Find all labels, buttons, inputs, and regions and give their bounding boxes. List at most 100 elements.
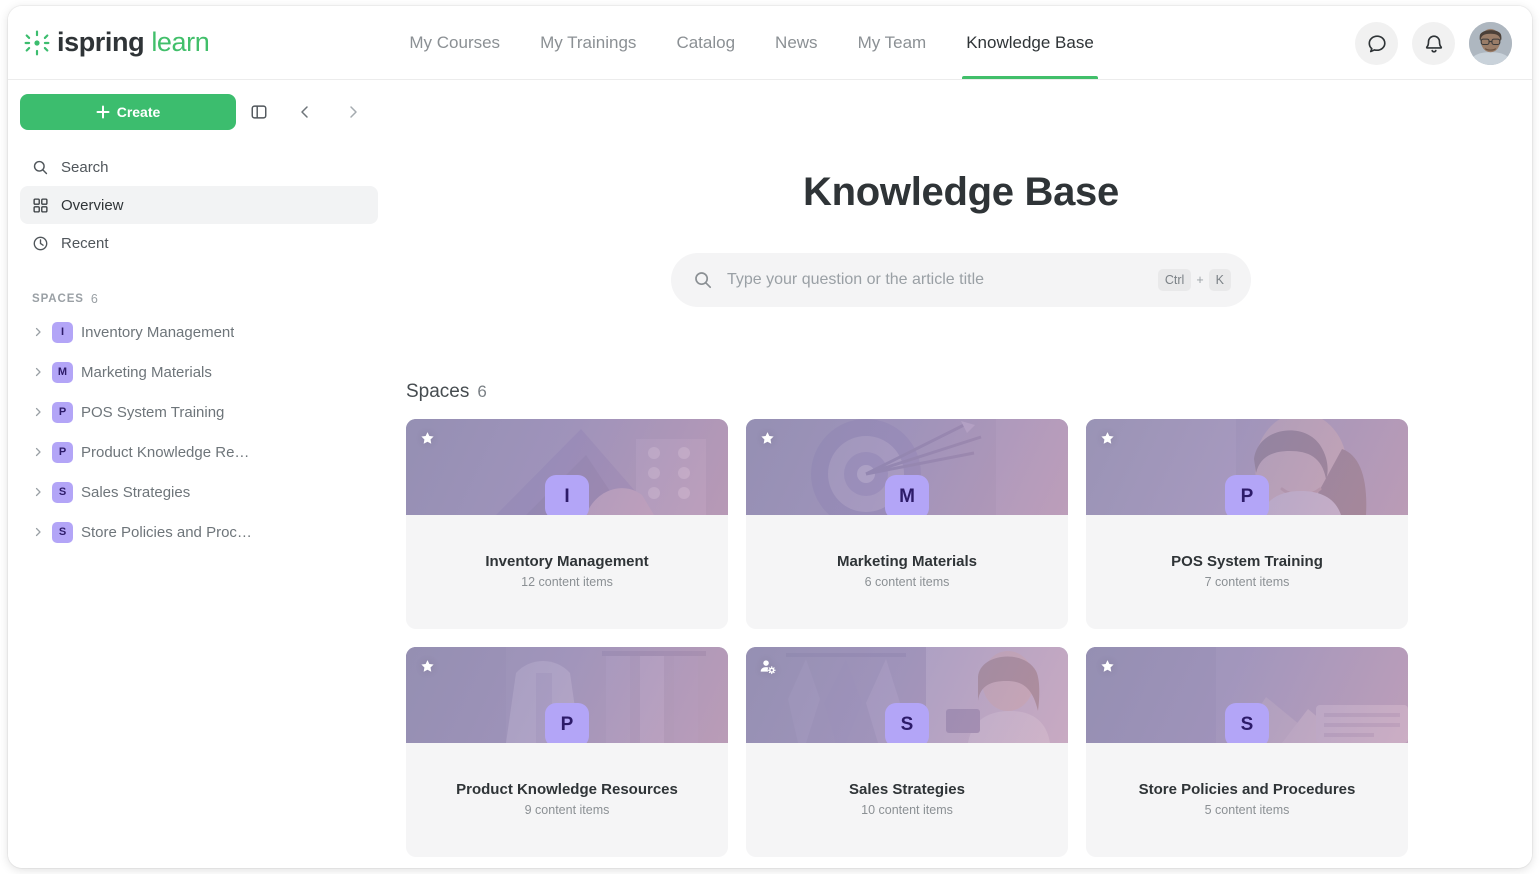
brand-logo[interactable]: ispring learn xyxy=(24,27,210,58)
card-title: Store Policies and Procedures xyxy=(1138,781,1356,798)
search-area: Ctrl + K xyxy=(390,253,1532,307)
nav-item-my-team[interactable]: My Team xyxy=(838,6,947,79)
navigate-forward-button[interactable] xyxy=(340,99,366,125)
space-name: POS System Training xyxy=(81,403,225,421)
shortcut-key-k: K xyxy=(1208,269,1231,291)
spaces-section-label: Spaces xyxy=(406,381,470,402)
card-cover: S xyxy=(1086,647,1408,743)
chevron-right-icon[interactable] xyxy=(32,367,44,377)
search-input[interactable] xyxy=(727,271,1144,289)
space-letter-badge: P xyxy=(1225,475,1269,515)
card-cover: I xyxy=(406,419,728,515)
sidebar-item-label-overview: Overview xyxy=(61,196,124,214)
card-item-count: 9 content items xyxy=(524,803,610,817)
sidebar-spaces-list: I Inventory Management M Marketing Mater… xyxy=(8,312,390,552)
card-cover: P xyxy=(406,647,728,743)
user-avatar[interactable] xyxy=(1469,22,1512,65)
space-letter-badge: M xyxy=(52,361,73,383)
sidebar-space-sales-strategies[interactable]: S Sales Strategies xyxy=(8,472,390,512)
card-item-count: 12 content items xyxy=(521,575,613,589)
sidebar-item-recent[interactable]: Recent xyxy=(20,224,378,262)
space-name: Sales Strategies xyxy=(81,483,191,501)
space-letter-badge: P xyxy=(52,441,73,463)
spaces-grid: I Inventory Management 12 content items xyxy=(406,419,1532,857)
sidebar-item-label-recent: Recent xyxy=(61,234,109,252)
card-title: Sales Strategies xyxy=(849,781,965,798)
brand-name-dark: ispring xyxy=(57,27,145,57)
avatar-image xyxy=(1469,22,1512,65)
card-title: Product Knowledge Resources xyxy=(456,781,678,798)
app-body: Create Search Overview Recent SPACES 6 I… xyxy=(8,80,1532,868)
star-icon[interactable] xyxy=(420,431,435,446)
chat-bubble-icon xyxy=(1367,34,1386,52)
chevron-left-icon xyxy=(301,106,308,118)
space-name: Marketing Materials xyxy=(81,363,212,381)
card-title: Marketing Materials xyxy=(836,553,978,570)
search-shortcut-hint: Ctrl + K xyxy=(1157,269,1231,291)
spaces-section-count: 6 xyxy=(477,382,487,401)
shortcut-plus: + xyxy=(1196,273,1204,287)
space-card-sales-strategies[interactable]: S Sales Strategies 10 content items xyxy=(746,647,1068,857)
card-item-count: 7 content items xyxy=(1204,575,1290,589)
chat-button[interactable] xyxy=(1355,22,1398,65)
space-letter-badge: P xyxy=(52,401,73,423)
card-title: Inventory Management xyxy=(485,553,649,570)
space-card-pos-system-training[interactable]: P POS System Training 7 content items xyxy=(1086,419,1408,629)
nav-item-my-trainings[interactable]: My Trainings xyxy=(520,6,656,79)
navigate-back-button[interactable] xyxy=(292,99,318,125)
sidebar-space-inventory-management[interactable]: I Inventory Management xyxy=(8,312,390,352)
card-item-count: 6 content items xyxy=(864,575,950,589)
star-icon[interactable] xyxy=(760,431,775,446)
space-letter-badge: S xyxy=(52,481,73,503)
space-name: Product Knowledge Re… xyxy=(81,443,250,461)
shortcut-key-ctrl: Ctrl xyxy=(1157,269,1192,291)
space-letter-badge: I xyxy=(52,321,73,343)
star-icon[interactable] xyxy=(1100,431,1115,446)
spaces-section-title: Spaces 6 xyxy=(406,381,1532,403)
create-button[interactable]: Create xyxy=(20,94,236,130)
spaces-heading-label: SPACES xyxy=(32,293,84,305)
sidebar: Create Search Overview Recent SPACES 6 I… xyxy=(8,80,390,868)
card-cover: P xyxy=(1086,419,1408,515)
toggle-sidebar-panel-button[interactable] xyxy=(246,99,272,125)
card-cover: M xyxy=(746,419,1068,515)
knowledge-base-search[interactable]: Ctrl + K xyxy=(671,253,1251,307)
manage-access-icon[interactable] xyxy=(760,659,776,675)
sidebar-item-search[interactable]: Search xyxy=(20,148,378,186)
spaces-heading-count: 6 xyxy=(90,292,98,306)
nav-item-news[interactable]: News xyxy=(755,6,838,79)
sidebar-item-label-search: Search xyxy=(61,158,109,176)
sidebar-toolbar: Create xyxy=(8,94,390,130)
star-icon[interactable] xyxy=(420,659,435,674)
chevron-right-icon xyxy=(350,106,357,118)
chevron-right-icon[interactable] xyxy=(32,447,44,457)
nav-item-my-courses[interactable]: My Courses xyxy=(389,6,520,79)
chevron-right-icon[interactable] xyxy=(32,527,44,537)
plus-icon xyxy=(96,105,110,119)
create-button-label: Create xyxy=(116,104,161,120)
sidebar-item-overview[interactable]: Overview xyxy=(20,186,378,224)
main-navigation: My Courses My Trainings Catalog News My … xyxy=(389,6,1113,79)
bell-icon xyxy=(1425,34,1442,53)
space-card-product-knowledge-resources[interactable]: P Product Knowledge Resources 9 content … xyxy=(406,647,728,857)
search-icon xyxy=(33,160,48,174)
card-item-count: 5 content items xyxy=(1204,803,1290,817)
chevron-right-icon[interactable] xyxy=(32,487,44,497)
space-letter-badge: M xyxy=(885,475,929,515)
sidebar-space-store-policies-and-procedures[interactable]: S Store Policies and Proc… xyxy=(8,512,390,552)
notifications-button[interactable] xyxy=(1412,22,1455,65)
sidebar-space-marketing-materials[interactable]: M Marketing Materials xyxy=(8,352,390,392)
chevron-right-icon[interactable] xyxy=(32,407,44,417)
chevron-right-icon[interactable] xyxy=(32,327,44,337)
space-name: Inventory Management xyxy=(81,323,235,341)
sidebar-space-pos-system-training[interactable]: P POS System Training xyxy=(8,392,390,432)
space-card-inventory-management[interactable]: I Inventory Management 12 content items xyxy=(406,419,728,629)
space-card-store-policies-and-procedures[interactable]: S Store Policies and Procedures 5 conten… xyxy=(1086,647,1408,857)
space-card-marketing-materials[interactable]: M Marketing Materials 6 content items xyxy=(746,419,1068,629)
sidebar-panel-icon xyxy=(251,105,267,119)
star-icon[interactable] xyxy=(1100,659,1115,674)
space-letter-badge: S xyxy=(885,703,929,743)
nav-item-knowledge-base[interactable]: Knowledge Base xyxy=(946,6,1114,79)
sidebar-space-product-knowledge-resources[interactable]: P Product Knowledge Re… xyxy=(8,432,390,472)
nav-item-catalog[interactable]: Catalog xyxy=(656,6,755,79)
